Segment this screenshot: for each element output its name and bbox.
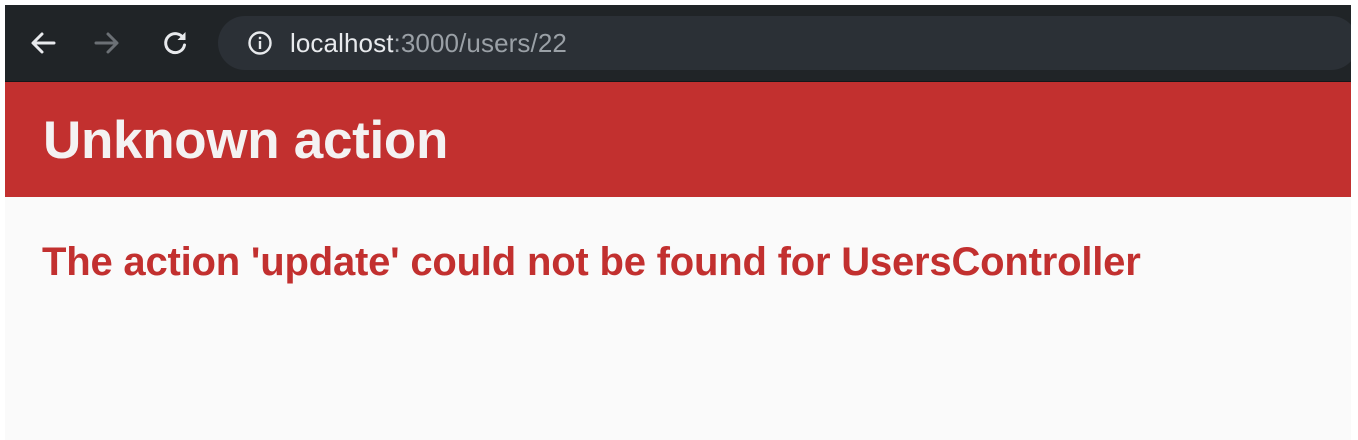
address-bar[interactable]: localhost:3000/users/22 xyxy=(218,16,1351,70)
forward-button[interactable] xyxy=(89,25,125,61)
url-host: localhost xyxy=(290,28,394,58)
info-circle-icon[interactable] xyxy=(247,30,273,56)
browser-window: localhost:3000/users/22 Unknown action T… xyxy=(5,5,1351,440)
arrow-left-icon xyxy=(31,32,56,54)
reload-icon xyxy=(164,32,186,55)
reload-button[interactable] xyxy=(157,25,193,61)
page-title: Unknown action xyxy=(43,111,449,170)
url-path: :3000/users/22 xyxy=(393,28,567,58)
error-message: The action 'update' could not be found f… xyxy=(42,240,1141,284)
error-header: Unknown action xyxy=(5,82,1351,197)
url-text[interactable]: localhost:3000/users/22 xyxy=(290,28,567,58)
browser-toolbar: localhost:3000/users/22 xyxy=(5,5,1351,81)
arrow-right-icon xyxy=(94,32,119,54)
back-button[interactable] xyxy=(25,25,61,61)
